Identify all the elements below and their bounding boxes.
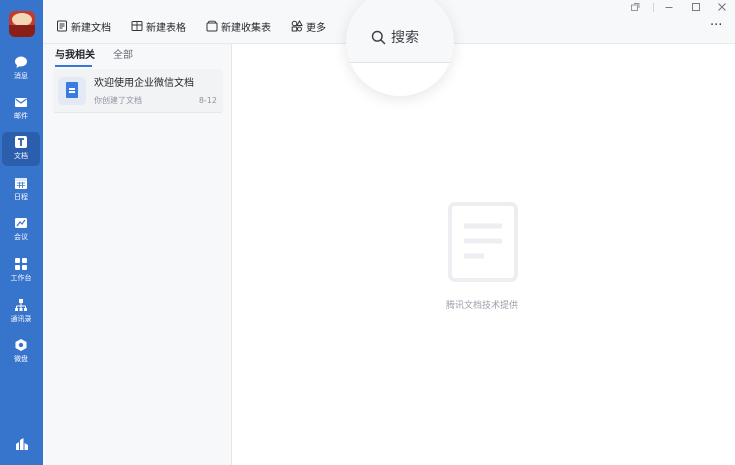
window-controls-divider [653, 3, 654, 12]
drive-icon [15, 339, 27, 351]
tab-related[interactable]: 与我相关 [55, 49, 95, 63]
nav-label: 工作台 [10, 274, 32, 282]
meeting-icon [15, 218, 27, 228]
empty-state-text: 腾讯文档技术提供 [445, 301, 518, 311]
new-sheet-icon [131, 21, 143, 31]
overflow-menu-button[interactable]: ··· [710, 18, 722, 33]
new-doc-button[interactable]: 新建文档 [56, 18, 111, 34]
nav-label: 通讯录 [10, 315, 32, 323]
nav-item-meeting[interactable]: 会议 [2, 213, 40, 247]
nav-item-mail[interactable]: 邮件 [2, 92, 40, 126]
calendar-icon [15, 178, 27, 189]
more-button[interactable]: 更多 [291, 18, 326, 34]
pin-window-icon[interactable] [630, 2, 640, 12]
mail-icon [15, 98, 27, 107]
nav-item-drive[interactable]: 微盘 [2, 335, 40, 369]
search-button[interactable]: 搜索 [346, 0, 454, 96]
nav-label: 邮件 [14, 112, 28, 120]
avatar[interactable] [9, 11, 35, 37]
tab-all[interactable]: 全部 [113, 49, 133, 63]
maximize-icon[interactable] [691, 2, 701, 12]
empty-document-icon [448, 202, 518, 282]
new-form-label: 新建收集表 [221, 22, 271, 34]
message-icon [15, 56, 27, 68]
close-icon[interactable] [717, 2, 727, 12]
search-icon [371, 30, 386, 45]
doc-date: 8-12 [198, 96, 217, 105]
doc-file-icon [58, 77, 86, 105]
new-form-button[interactable]: 新建收集表 [206, 18, 271, 34]
doc-list-panel: 与我相关 全部 欢迎使用企业微信文档 你创建了文档 8-12 [43, 44, 232, 465]
nav-label: 文档 [14, 152, 28, 160]
active-tab-indicator [55, 65, 92, 67]
new-doc-label: 新建文档 [71, 22, 111, 34]
app-logo-icon[interactable] [15, 437, 29, 451]
workbench-icon [15, 258, 27, 270]
doc-title: 欢迎使用企业微信文档 [94, 78, 194, 89]
search-label: 搜索 [391, 30, 419, 46]
doc-subtitle: 你创建了文档 [94, 96, 142, 105]
new-sheet-label: 新建表格 [146, 22, 186, 34]
nav-item-docs[interactable]: 文档 [2, 132, 40, 166]
nav-label: 日程 [14, 193, 28, 201]
app-window: 消息 邮件 文档 日程 会议 工作台 通讯录 微盘 新建文档 新建表格 新建收集… [0, 0, 735, 465]
document-icon [15, 136, 27, 148]
nav-label: 微盘 [14, 355, 28, 363]
minimize-icon[interactable] [664, 2, 674, 12]
nav-item-contacts[interactable]: 通讯录 [2, 295, 40, 329]
nav-label: 会议 [14, 233, 28, 241]
new-doc-icon [57, 20, 67, 32]
nav-item-messages[interactable]: 消息 [2, 52, 40, 86]
nav-item-calendar[interactable]: 日程 [2, 173, 40, 207]
more-apps-icon [291, 20, 303, 32]
nav-label: 消息 [14, 72, 28, 80]
nav-rail: 消息 邮件 文档 日程 会议 工作台 通讯录 微盘 [0, 0, 43, 465]
more-label: 更多 [306, 22, 326, 34]
contacts-icon [15, 299, 27, 311]
list-item[interactable]: 欢迎使用企业微信文档 你创建了文档 8-12 [53, 69, 223, 113]
new-sheet-button[interactable]: 新建表格 [131, 18, 186, 34]
nav-item-workbench[interactable]: 工作台 [2, 254, 40, 288]
new-form-icon [206, 20, 218, 32]
